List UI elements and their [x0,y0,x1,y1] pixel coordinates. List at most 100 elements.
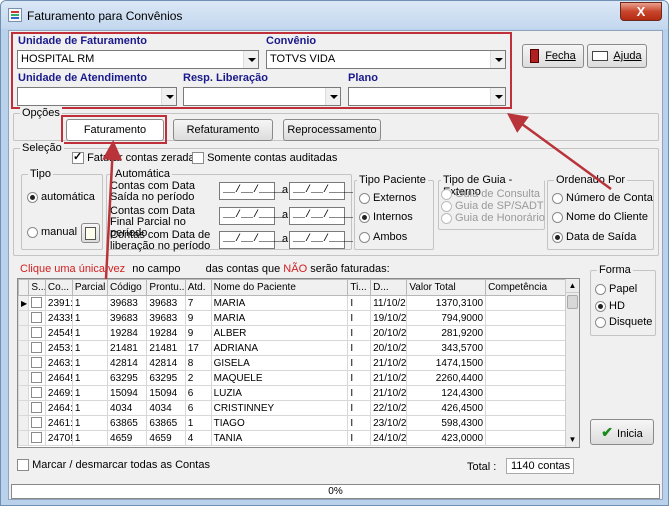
data-saida-inicio[interactable]: __/__/____ [219,182,283,200]
externos-option[interactable]: Externos [359,192,416,204]
row-checkbox[interactable] [31,297,43,309]
column-header[interactable]: S... [28,279,46,296]
row-checkbox[interactable] [31,432,43,444]
guia-consulta-option[interactable]: Guia de Consulta [441,188,540,200]
table-row[interactable]: ▶ 2391: 1 39683 39683 7 MARIA I 11/10/2 1370,3100 [18,295,568,311]
ajuda-button[interactable]: Ajuda [587,44,647,68]
marcar-todas-option[interactable]: Marcar / desmarcar todas as Contas [17,459,210,472]
table-cell: 1 [71,295,109,311]
scroll-thumb[interactable] [567,295,578,309]
table-row[interactable]: 2470! 1 4659 4659 4 TANIA I 24/10/2 423,0000 [18,430,568,446]
row-select-cell[interactable] [28,325,46,341]
num-conta-option[interactable]: Número de Conta [552,192,653,204]
externos-radio[interactable] [359,192,370,204]
faturar-zeradas-option[interactable]: Faturar contas zeradas [72,150,200,165]
data-saida-ord-radio[interactable] [552,231,563,243]
table-cell: 9 [184,310,212,326]
column-header[interactable]: Prontu... [146,279,186,296]
tipo-automatica-option[interactable]: automática [27,191,95,203]
total-label: Total : [467,461,497,473]
row-checkbox[interactable] [31,372,43,384]
scroll-down-icon[interactable]: ▼ [566,433,579,447]
ambos-radio[interactable] [359,231,370,243]
column-header[interactable]: Atd. [184,279,212,296]
refaturamento-button[interactable]: Refaturamento [173,119,273,141]
num-conta-radio[interactable] [552,192,563,204]
table-row[interactable]: 2469: 1 15094 15094 6 LUZIA I 21/10/2 124,4300 [18,385,568,401]
internos-radio[interactable] [359,211,370,223]
papel-radio[interactable] [595,283,606,295]
guia-honorario-radio[interactable] [441,212,452,224]
table-scrollbar[interactable]: ▲ ▼ [565,279,579,447]
column-header[interactable]: Ti... [347,279,372,296]
table-cell [485,340,568,356]
papel-option[interactable]: Papel [595,283,637,295]
marcar-todas-checkbox[interactable] [17,459,29,472]
scroll-up-icon[interactable]: ▲ [566,279,579,293]
table-row[interactable]: 2464: 1 4034 4034 6 CRISTINNEY I 22/10/2 426,450… [18,400,568,416]
row-select-cell[interactable] [28,355,46,371]
disquete-option[interactable]: Disquete [595,316,652,328]
fecha-button[interactable]: Fecha [522,44,584,68]
row-select-cell[interactable] [28,415,46,431]
tipo-manual-radio[interactable] [27,226,38,238]
somente-auditadas-option[interactable]: Somente contas auditadas [192,152,337,165]
table-row[interactable]: 2464! 1 63295 63295 2 MAQUELE I 21/10/2 2260,440… [18,370,568,386]
column-header[interactable]: Parcial [71,279,109,296]
somente-auditadas-checkbox[interactable] [192,152,204,165]
column-header[interactable]: Competência [485,279,568,296]
table-row[interactable]: 2463: 1 42814 42814 8 GISELA I 21/10/2 1474,1500 [18,355,568,371]
row-checkbox[interactable] [31,312,43,324]
reprocessamento-button[interactable]: Reprocessamento [283,119,381,141]
inicia-button[interactable]: ✔ Inicia [590,419,654,445]
table-row[interactable]: 2433! 1 39683 39683 9 MARIA I 19/10/2 794,9000 [18,310,568,326]
data-saida-fim[interactable]: __/__/____ [289,182,353,200]
table-row[interactable]: 2461: 1 63865 63865 1 TIAGO I 23/10/2 598,4300 [18,415,568,431]
data-liberacao-inicio[interactable]: __/__/____ [219,231,283,249]
nome-cliente-radio[interactable] [552,211,563,223]
faturar-zeradas-checkbox[interactable] [72,150,84,165]
manual-select-button[interactable] [81,223,100,243]
table-cell: 23/10/2 [370,415,408,431]
table-row[interactable]: 2454! 1 19284 19284 9 ALBER I 20/10/2 281,9200 [18,325,568,341]
contas-table[interactable]: S... Co... Parcial Código Prontu... Atd. Nome … [17,278,580,448]
data-saida-ord-option[interactable]: Data de Saída [552,231,636,243]
column-header[interactable]: Nome do Paciente [210,279,349,296]
ambos-option[interactable]: Ambos [359,231,407,243]
tipo-manual-option[interactable]: manual [27,226,77,238]
hd-radio[interactable] [595,300,606,312]
hd-option[interactable]: HD [595,300,625,312]
data-liberacao-fim[interactable]: __/__/____ [289,231,353,249]
column-header[interactable]: D... [370,279,408,296]
row-select-cell[interactable] [28,430,46,446]
row-checkbox[interactable] [31,357,43,369]
table-cell: 17 [184,340,212,356]
row-select-cell[interactable] [28,340,46,356]
internos-option[interactable]: Internos [359,211,413,223]
column-header[interactable]: Código [107,279,148,296]
row-select-cell[interactable] [28,310,46,326]
disquete-radio[interactable] [595,316,606,328]
guia-sp-option[interactable]: Guia de SP/SADT [441,200,544,212]
data-final-fim[interactable]: __/__/____ [289,207,353,225]
table-row[interactable]: 2453: 1 21481 21481 17 ADRIANA I 20/10/2 343,570… [18,340,568,356]
row-select-cell[interactable] [28,370,46,386]
guia-sp-radio[interactable] [441,200,452,212]
row-checkbox[interactable] [31,387,43,399]
tipo-automatica-radio[interactable] [27,191,38,203]
row-select-cell[interactable] [28,385,46,401]
row-checkbox[interactable] [31,342,43,354]
row-checkbox[interactable] [31,417,43,429]
column-header[interactable]: Valor Total [406,279,487,296]
row-select-cell[interactable] [28,400,46,416]
table-cell [485,370,568,386]
column-header[interactable]: Co... [44,279,73,296]
row-select-cell[interactable] [28,295,46,311]
guia-honorario-option[interactable]: Guia de Honorário [441,212,545,224]
row-checkbox[interactable] [31,402,43,414]
close-button[interactable]: X [620,2,662,21]
guia-consulta-radio[interactable] [441,188,452,200]
nome-cliente-option[interactable]: Nome do Cliente [552,211,648,223]
row-checkbox[interactable] [31,327,43,339]
data-final-inicio[interactable]: __/__/____ [219,207,283,225]
